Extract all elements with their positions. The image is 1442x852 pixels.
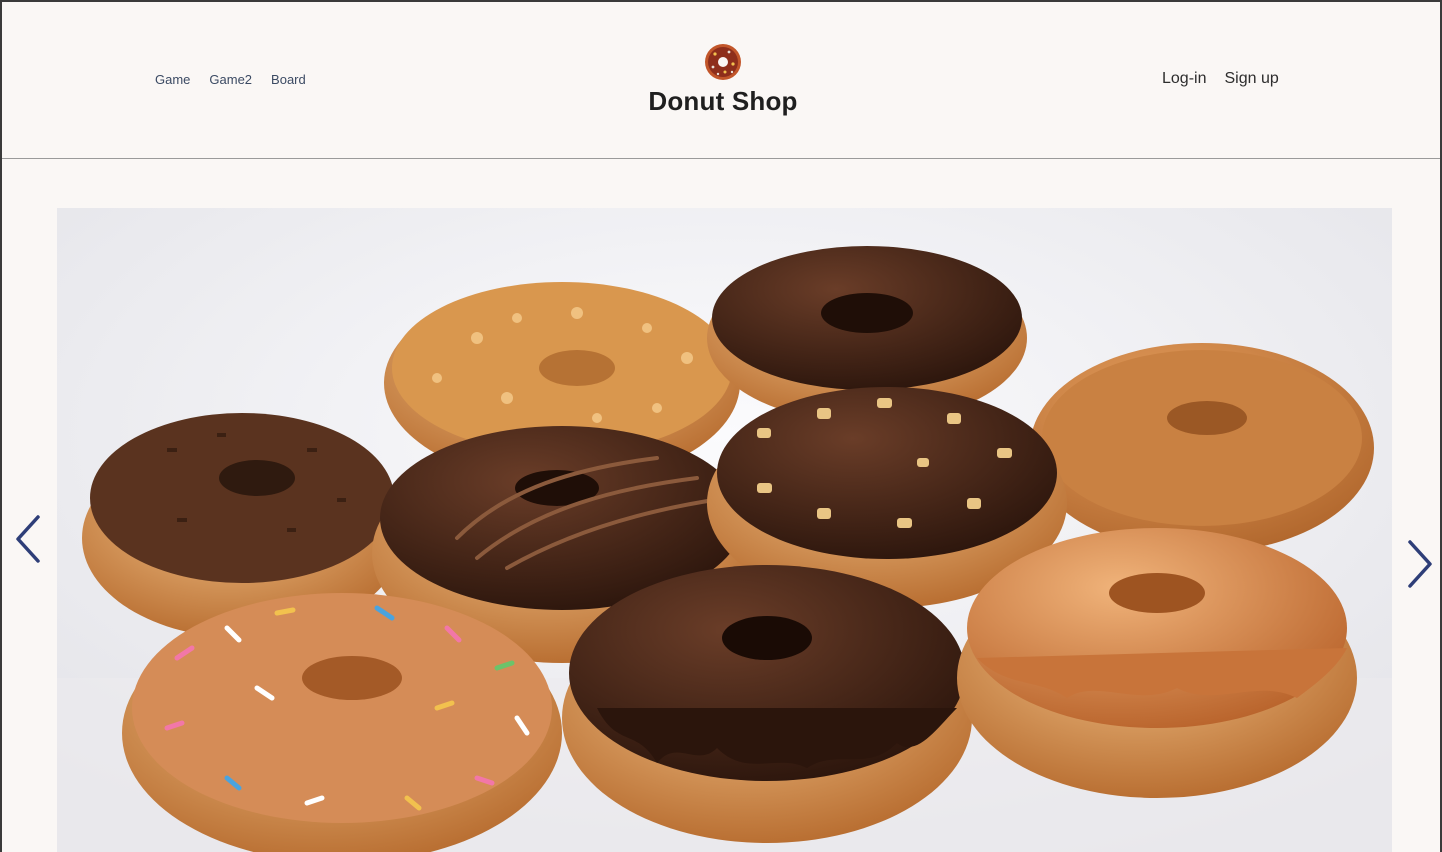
main-nav: Game Game2 Board bbox=[155, 72, 306, 87]
carousel-slide-image bbox=[57, 208, 1392, 852]
hero-carousel bbox=[2, 159, 1440, 852]
nav-link-game[interactable]: Game bbox=[155, 72, 190, 87]
chevron-left-icon[interactable] bbox=[8, 509, 48, 569]
donut-assortment-photo bbox=[57, 208, 1392, 852]
brand-name: Donut Shop bbox=[648, 86, 798, 116]
brand[interactable]: Donut Shop bbox=[642, 42, 804, 117]
chevron-right-icon[interactable] bbox=[1400, 534, 1440, 594]
site-header: Game Game2 Board Donut Shop Log-in Sign … bbox=[2, 2, 1440, 159]
nav-link-board[interactable]: Board bbox=[271, 72, 306, 87]
login-link[interactable]: Log-in bbox=[1162, 70, 1206, 88]
donut-icon bbox=[705, 44, 741, 80]
nav-link-game2[interactable]: Game2 bbox=[209, 72, 252, 87]
signup-link[interactable]: Sign up bbox=[1224, 70, 1278, 88]
account-nav: Log-in Sign up bbox=[1162, 70, 1279, 88]
page: Game Game2 Board Donut Shop Log-in Sign … bbox=[0, 0, 1442, 852]
